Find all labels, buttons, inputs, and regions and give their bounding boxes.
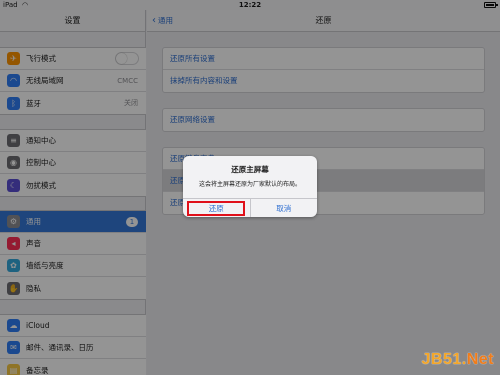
reset-home-screen-alert: 还原主屏幕 这会将主屏幕还原为厂家默认的布局。 还原 取消: [183, 156, 317, 217]
watermark-tail: Net: [466, 351, 494, 368]
cancel-label: 取消: [276, 203, 292, 213]
confirm-reset-button[interactable]: 还原: [183, 199, 251, 217]
alert-message: 这会将主屏幕还原为厂家默认的布局。: [198, 181, 301, 188]
watermark-logo: JB51.Net: [422, 351, 494, 369]
alert-title: 还原主屏幕: [231, 165, 269, 174]
highlight-box: [187, 201, 245, 216]
watermark-main: JB51.: [421, 351, 467, 368]
alert-buttons: 还原 取消: [183, 198, 317, 217]
cancel-button[interactable]: 取消: [251, 199, 318, 217]
